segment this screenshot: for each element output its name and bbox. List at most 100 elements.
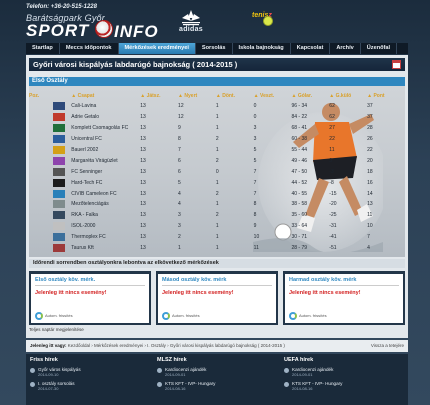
team-name-cell[interactable]: CIVIB Cameleon FC xyxy=(71,188,140,199)
team-crest-cell xyxy=(47,112,71,123)
team-name-cell[interactable]: RKA - Falka xyxy=(71,210,140,221)
nav-item-iskola-bajnoksag[interactable]: Iskola bajnokság xyxy=(233,43,291,54)
logo-sport[interactable]: SPORT xyxy=(26,22,89,40)
team-name-cell[interactable]: Unicentral FC xyxy=(71,134,140,145)
news-item[interactable]: KTS KFT - IVP- Hungary 2014-08-16 xyxy=(284,381,403,391)
team-name-cell[interactable]: FC Senninger xyxy=(71,166,140,177)
no-event-message: Jelenleg itt nincs esemény! xyxy=(289,290,361,296)
back-to-top-link[interactable]: Vissza a tetejére xyxy=(371,340,404,352)
table-row[interactable]: Unicentral FC 13 8 2 3 60 - 38 22 26 xyxy=(29,134,405,145)
breadcrumb-label: Jelenleg itt vagy: xyxy=(30,343,67,348)
drawn-cell: 1 xyxy=(215,147,219,153)
table-row[interactable]: Adrie Getalo 13 12 1 0 84 - 22 62 37 xyxy=(29,112,405,123)
position-cell xyxy=(29,155,47,166)
team-crest-cell xyxy=(47,210,71,221)
table-row[interactable]: FC Senninger 13 6 0 7 47 - 50 -3 18 xyxy=(29,166,405,177)
team-name-cell[interactable]: ISOL-2000 xyxy=(71,221,140,232)
won-cell: 4 xyxy=(178,201,181,208)
col-header-won[interactable]: ▲ Nyert xyxy=(178,86,216,101)
team-name-cell[interactable]: Thermoplex FC xyxy=(71,232,140,243)
team-name-cell[interactable]: Mezőtelenciágás xyxy=(71,199,140,210)
news-item[interactable]: KTS KFT - IVP- Hungary 2014-08-16 xyxy=(157,381,276,391)
table-row[interactable]: Mezőtelenciágás 13 4 1 8 38 - 58 -20 13 xyxy=(29,199,405,210)
team-crest-cell xyxy=(47,134,71,145)
points-cell: 10 xyxy=(367,223,373,230)
team-name-cell[interactable]: Cali-Lavina xyxy=(71,101,140,112)
team-name-cell[interactable]: Bauerl 2002 xyxy=(71,145,140,156)
goals-cell: 33 - 64 xyxy=(291,223,308,230)
news-item[interactable]: I. osztály sorsolás 2014-07-30 xyxy=(30,381,149,391)
table-row[interactable]: Bauerl 2002 13 7 1 5 55 - 44 11 22 xyxy=(29,145,405,156)
drawn-cell: 1 xyxy=(215,201,219,208)
auto-refresh[interactable]: Autom. frissítés xyxy=(162,312,200,320)
calendar-icon[interactable] xyxy=(392,60,401,69)
breadcrumb-path[interactable]: Kezdőoldal › Mérkőzések eredményei › I. … xyxy=(68,343,285,348)
col-header-points[interactable]: ▲ Pont xyxy=(367,86,405,101)
news-item[interactable]: Győr város kispályás 2014-09-10 xyxy=(30,367,149,377)
col-header-team[interactable]: ▲ Csapat xyxy=(71,86,140,101)
team-name-cell[interactable]: Margaréta Virágüzlet xyxy=(71,155,140,166)
team-crest-icon xyxy=(53,200,66,209)
team-name-cell[interactable]: Komplett Csomagolás FC xyxy=(71,123,140,134)
position-cell xyxy=(29,177,47,188)
adidas-label: adidas xyxy=(179,26,203,33)
team-crest-cell xyxy=(47,166,71,177)
col-header-pos[interactable]: Poz. xyxy=(29,86,47,101)
bullet-icon xyxy=(284,368,289,373)
table-row[interactable]: Hard-Tech FC 13 5 1 7 44 - 52 -8 16 xyxy=(29,177,405,188)
won-cell: 6 xyxy=(178,168,181,175)
team-name-cell[interactable]: Taurus Kft xyxy=(71,243,140,254)
col-header-diff[interactable]: ▲ G.külö xyxy=(329,86,367,101)
team-crest-icon xyxy=(53,222,66,231)
won-cell: 8 xyxy=(178,136,181,143)
table-row[interactable]: ISOL-2000 13 3 1 9 33 - 64 -31 10 xyxy=(29,221,405,232)
played-cell: 13 xyxy=(140,190,146,197)
nav-item-sorsolas[interactable]: Sorsolás xyxy=(196,43,233,54)
col-header-team-label: Csapat xyxy=(77,93,95,99)
team-crest-icon xyxy=(53,113,66,122)
news-column-title: MLSZ hírek xyxy=(157,357,187,363)
table-row[interactable]: Margaréta Virágüzlet 13 6 2 5 49 - 46 3 20 xyxy=(29,155,405,166)
goal-diff-cell: -31 xyxy=(329,223,337,230)
divider xyxy=(35,285,145,286)
team-crest-cell xyxy=(47,188,71,199)
goal-diff-cell: -15 xyxy=(329,190,337,197)
col-header-goals[interactable]: ▲ Gólar. xyxy=(291,86,329,101)
table-row[interactable]: CIVIB Cameleon FC 13 4 2 7 40 - 55 -15 14 xyxy=(29,188,405,199)
team-name-cell[interactable]: Hard-Tech FC xyxy=(71,177,140,188)
table-row[interactable]: RKA - Falka 13 3 2 8 35 - 60 -25 11 xyxy=(29,210,405,221)
adidas-sponsor[interactable]: adidas xyxy=(176,10,206,33)
news-item[interactable]: Kardiocenzi ajándék 2014-09-01 xyxy=(284,367,403,377)
won-cell: 9 xyxy=(178,125,181,132)
table-row[interactable]: Thermoplex FC 13 2 1 10 30 - 71 -41 7 xyxy=(29,232,405,243)
logo-info[interactable]: INFO xyxy=(114,22,159,42)
nav-item-archiv[interactable]: Archív xyxy=(330,43,361,54)
col-header-lost[interactable]: ▲ Veszt. xyxy=(254,86,292,101)
bullet-icon xyxy=(284,382,289,387)
nav-item-kapcsolat[interactable]: Kapcsolat xyxy=(291,43,331,54)
news-item[interactable]: Kardiocenzi ajándék 2014-09-01 xyxy=(157,367,276,377)
lost-cell: 0 xyxy=(253,114,257,121)
table-row[interactable]: Komplett Csomagolás FC 13 9 1 3 68 - 41 27 28 xyxy=(29,123,405,134)
second-division-title[interactable]: Másod osztály köv. mérk xyxy=(158,274,276,283)
col-header-played[interactable]: ▲ Játsz. xyxy=(140,86,178,101)
points-cell: 7 xyxy=(367,234,370,241)
table-row[interactable]: Cali-Lavina 13 12 1 0 96 - 34 62 37 xyxy=(29,101,405,112)
first-division-title[interactable]: Első osztály köv. mérk. xyxy=(31,274,149,283)
team-crest-icon xyxy=(53,102,66,111)
auto-refresh[interactable]: Autom. frissítés xyxy=(289,312,327,320)
team-name-cell[interactable]: Adrie Getalo xyxy=(71,112,140,123)
third-division-title[interactable]: Harmad osztály köv. mérk xyxy=(285,274,403,283)
refresh-icon xyxy=(289,312,297,320)
full-calendar-link[interactable]: Teljes naptár megjelenítése xyxy=(29,327,84,332)
auto-refresh[interactable]: Autom. frissítés xyxy=(35,312,73,320)
col-header-drawn[interactable]: ▲ Dönt. xyxy=(216,86,254,101)
drawn-cell: 0 xyxy=(215,168,219,175)
nav-item-uzenofal[interactable]: Üzenőfal xyxy=(361,43,398,54)
table-row[interactable]: Taurus Kft 13 1 1 11 28 - 79 -51 4 xyxy=(29,243,405,254)
nav-item-startlap[interactable]: Startlap xyxy=(26,43,60,54)
nav-item-eredmenyek[interactable]: Mérkőzések eredményei xyxy=(118,43,196,54)
played-cell: 13 xyxy=(140,103,146,110)
goal-diff-cell: -25 xyxy=(329,212,337,219)
nav-item-meccs-idopontok[interactable]: Meccs időpontok xyxy=(60,43,119,54)
